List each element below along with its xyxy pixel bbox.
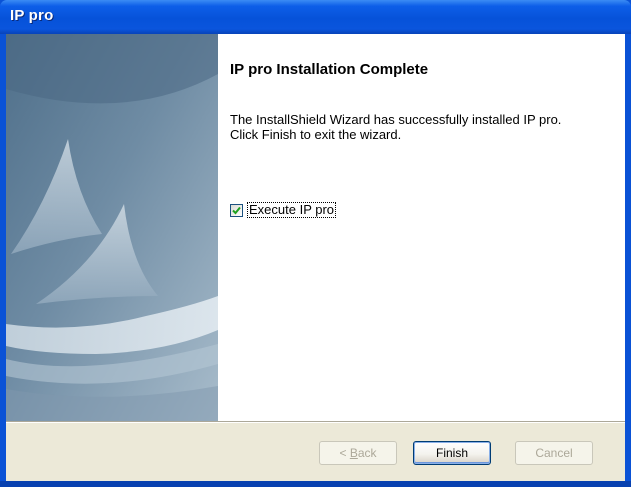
message-line-2: Click Finish to exit the wizard. [230, 127, 402, 142]
installer-window: IP pro IP pro Installation Complete The … [0, 0, 631, 487]
back-button-accel: B [349, 446, 358, 460]
completion-message: The InstallShield Wizard has successfull… [230, 112, 615, 142]
execute-checkbox[interactable] [230, 203, 243, 217]
content-panel: IP pro Installation Complete The Install… [218, 34, 625, 421]
window-bottom-border [0, 481, 631, 487]
dialog-client-area: IP pro Installation Complete The Install… [6, 34, 625, 481]
execute-checkbox-label[interactable]: Execute IP pro [247, 202, 337, 218]
message-line-1: The InstallShield Wizard has successfull… [230, 112, 562, 127]
execute-checkbox-row[interactable]: Execute IP pro [230, 202, 337, 218]
back-button-prefix: < [339, 446, 350, 460]
window-title: IP pro [10, 7, 54, 24]
title-bar[interactable]: IP pro [0, 0, 631, 34]
back-button[interactable]: < Back [319, 441, 397, 465]
installshield-side-image [6, 34, 218, 421]
back-button-rest: ack [357, 446, 377, 460]
button-bar: < Back Finish Cancel [6, 423, 625, 481]
sail-art-icon [6, 34, 218, 421]
finish-button[interactable]: Finish [413, 441, 491, 465]
page-title: IP pro Installation Complete [230, 61, 429, 78]
cancel-button[interactable]: Cancel [515, 441, 593, 465]
check-icon [232, 206, 241, 214]
